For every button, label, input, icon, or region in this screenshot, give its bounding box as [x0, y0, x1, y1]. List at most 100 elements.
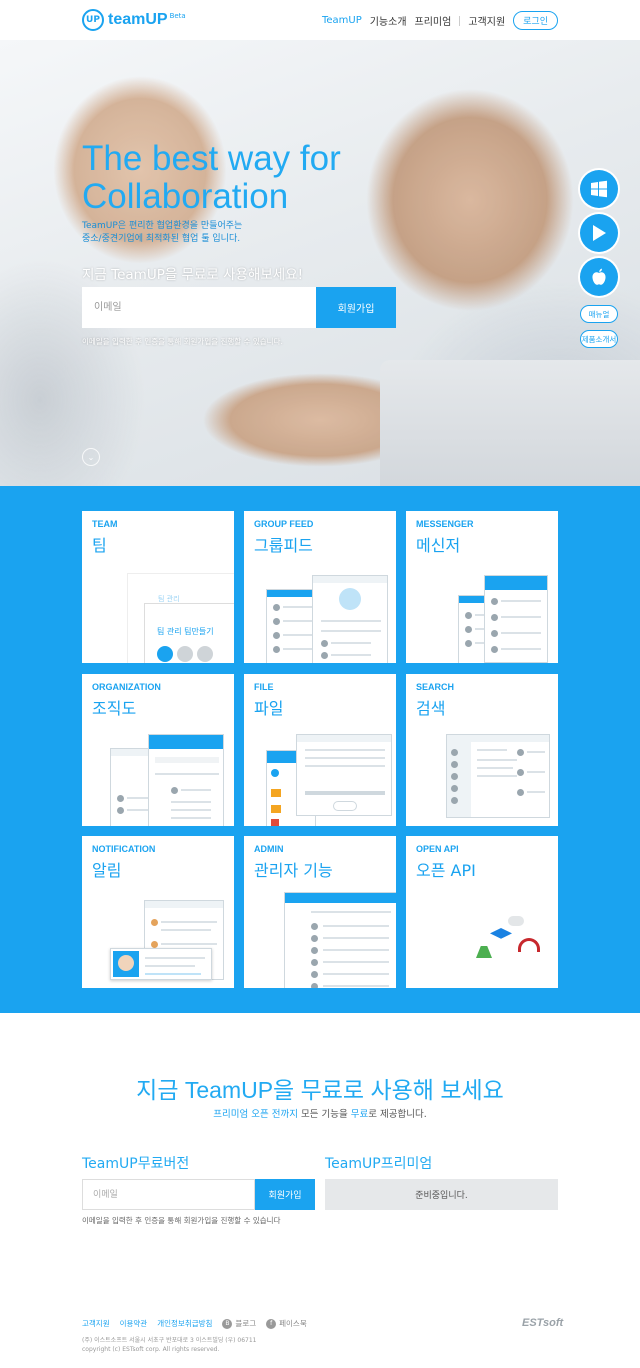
main-nav: TeamUP 기능소개 프리미엄 고객지원 로그인 — [314, 11, 558, 30]
premium-preparing-button: 준비중입니다. — [325, 1179, 558, 1210]
api-logos — [466, 916, 546, 976]
app-store-button[interactable] — [580, 258, 618, 296]
feature-title-ko: 메신저 — [416, 536, 461, 555]
feature-title-ko: 파일 — [254, 699, 284, 718]
feature-title-en: FILE — [254, 682, 274, 692]
nav-teamup[interactable]: TeamUP — [322, 15, 362, 26]
hero-desc-line2: 중소/중견기업에 최적화된 협업 툴 입니다. — [82, 234, 241, 244]
feature-title-en: NOTIFICATION — [92, 844, 156, 854]
footer-link-terms[interactable]: 이용약관 — [120, 1318, 148, 1329]
feature-title-ko: 오픈 API — [416, 861, 476, 880]
feature-card-admin[interactable]: ADMIN 관리자 기능 — [244, 836, 396, 988]
footer-link-privacy[interactable]: 개인정보취급방침 — [157, 1318, 212, 1329]
nav-features[interactable]: 기능소개 — [370, 13, 407, 28]
apple-icon — [592, 268, 606, 285]
hero-cta-text: 지금 TeamUP을 무료로 사용해보세요! — [82, 267, 304, 283]
hero-section: The best way for Collaboration TeamUP은 편… — [0, 40, 640, 486]
feature-title-en: SEARCH — [416, 682, 455, 692]
feature-title-ko: 그룹피드 — [254, 536, 313, 555]
scroll-down-icon[interactable]: ⌄ — [82, 448, 100, 466]
signup-join-button[interactable]: 회원가입 — [255, 1179, 315, 1210]
feature-title-en: TEAM — [92, 519, 118, 529]
subtitle-highlight-2: 무료 — [350, 1109, 369, 1120]
feature-card-organization[interactable]: ORGANIZATION 조직도 — [82, 674, 234, 826]
signup-title: 지금 TeamUP을 무료로 사용해 보세요 — [136, 1077, 504, 1103]
hero-desc-line1: TeamUP은 편리한 협업환경을 만들어주는 — [82, 221, 243, 231]
manual-button[interactable]: 매뉴얼 — [580, 305, 618, 323]
subtitle-highlight: 프리미엄 오픈 전까지 — [213, 1109, 298, 1120]
subtitle-end: 로 제공합니다. — [368, 1109, 427, 1120]
footer-blog-link[interactable]: B 블로그 — [222, 1318, 256, 1329]
signup-section: 지금 TeamUP을 무료로 사용해 보세요 프리미엄 오픈 전까지 모든 기능… — [0, 1013, 640, 1368]
notification-popup — [110, 948, 212, 980]
hero-title-line2: Collaboration — [82, 177, 289, 216]
footer-links: 고객지원 이용약관 개인정보취급방침 B 블로그 f 페이스북 — [82, 1318, 317, 1329]
feature-card-search[interactable]: SEARCH 검색 — [406, 674, 558, 826]
google-play-icon — [593, 225, 606, 241]
org-screenshot-right — [148, 734, 224, 826]
brochure-button[interactable]: 제품소개서 — [580, 330, 618, 348]
premium-title: TeamUP프리미엄 — [325, 1156, 433, 1172]
footer-blog-label: 블로그 — [235, 1319, 257, 1328]
feature-card-team[interactable]: TEAM 팀 팀 관리 팀 관리 팀만들기 — [82, 511, 234, 663]
feature-title-en: GROUP FEED — [254, 519, 314, 529]
feature-card-file[interactable]: FILE 파일 — [244, 674, 396, 826]
nav-divider — [459, 15, 461, 26]
hero-email-input[interactable] — [82, 287, 316, 328]
feature-title-ko: 알림 — [92, 861, 122, 880]
windows-icon — [591, 180, 607, 198]
feature-card-notification[interactable]: NOTIFICATION 알림 — [82, 836, 234, 988]
subtitle-mid: 모든 기능을 — [297, 1109, 351, 1120]
messenger-screenshot-right — [484, 575, 548, 663]
laptop-image — [380, 360, 640, 486]
feature-title-ko: 조직도 — [92, 699, 137, 718]
redmine-icon — [518, 938, 540, 952]
feature-title-ko: 검색 — [416, 699, 446, 718]
hero-join-button[interactable]: 회원가입 — [316, 287, 396, 328]
github-icon — [508, 916, 524, 926]
blog-icon: B — [222, 1318, 233, 1329]
footer-address: (주) 이스트소프트 서울시 서초구 반포대로 3 이스트빌딩 (우) 0671… — [82, 1336, 482, 1354]
feature-card-group-feed[interactable]: GROUP FEED 그룹피드 — [244, 511, 396, 663]
estsoft-logo: ESTsoft — [522, 1317, 564, 1329]
google-play-button[interactable] — [580, 214, 618, 252]
nav-support[interactable]: 고객지원 — [468, 13, 505, 28]
windows-download-button[interactable] — [580, 170, 618, 208]
feature-title-en: OPEN API — [416, 844, 459, 854]
feature-title-en: MESSENGER — [416, 519, 474, 529]
logo-beta: Beta — [169, 12, 186, 20]
nav-premium[interactable]: 프리미엄 — [415, 13, 452, 28]
hero-title: The best way for Collaboration — [82, 140, 482, 216]
header: UP teamUP Beta TeamUP 기능소개 프리미엄 고객지원 로그인 — [0, 0, 640, 40]
free-version-title: TeamUP무료버전 — [82, 1156, 190, 1172]
feature-card-open-api[interactable]: OPEN API 오픈 API — [406, 836, 558, 988]
team-screenshot-2: 팀 관리 팀만들기 — [144, 603, 234, 663]
feature-card-messenger[interactable]: MESSENGER 메신저 — [406, 511, 558, 663]
hero-note: 이메일을 입력한 후 인증을 통해 회원가입을 진행할 수 있습니다. — [82, 337, 283, 346]
footer-copyright: copyright (c) ESTsoft corp. All rights r… — [82, 1346, 220, 1353]
file-screenshot-right — [296, 734, 392, 816]
hero-title-line1: The best way for — [82, 139, 341, 178]
footer-facebook-label: 페이스북 — [279, 1319, 307, 1328]
footer-facebook-link[interactable]: f 페이스북 — [266, 1318, 307, 1329]
logo-text: teamUP — [108, 11, 168, 28]
feature-title-ko: 팀 — [92, 536, 107, 555]
team-screenshot-label-2: 팀 관리 팀만들기 — [157, 627, 214, 636]
hero-description: TeamUP은 편리한 협업환경을 만들어주는 중소/중견기업에 최적화된 협업… — [82, 220, 342, 246]
logo-icon: UP — [82, 9, 104, 31]
signup-email-input[interactable] — [82, 1179, 255, 1210]
feed-screenshot-right — [312, 575, 388, 663]
drive-icon — [476, 946, 492, 958]
feature-title-ko: 관리자 기능 — [254, 861, 333, 880]
facebook-icon: f — [266, 1318, 277, 1329]
feature-title-en: ORGANIZATION — [92, 682, 161, 692]
dropbox-icon — [490, 928, 512, 939]
footer-link-support[interactable]: 고객지원 — [82, 1318, 110, 1329]
feature-title-en: ADMIN — [254, 844, 284, 854]
logo[interactable]: UP teamUP Beta — [82, 9, 186, 31]
login-button[interactable]: 로그인 — [513, 11, 558, 30]
signup-subtitle: 프리미엄 오픈 전까지 모든 기능을 무료로 제공합니다. — [0, 1106, 640, 1120]
footer-address-line: (주) 이스트소프트 서울시 서초구 반포대로 3 이스트빌딩 (우) 0671… — [82, 1337, 257, 1344]
search-screenshot — [446, 734, 550, 818]
signup-note: 이메일을 입력한 후 인증을 통해 회원가입을 진행할 수 있습니다 — [82, 1216, 281, 1225]
